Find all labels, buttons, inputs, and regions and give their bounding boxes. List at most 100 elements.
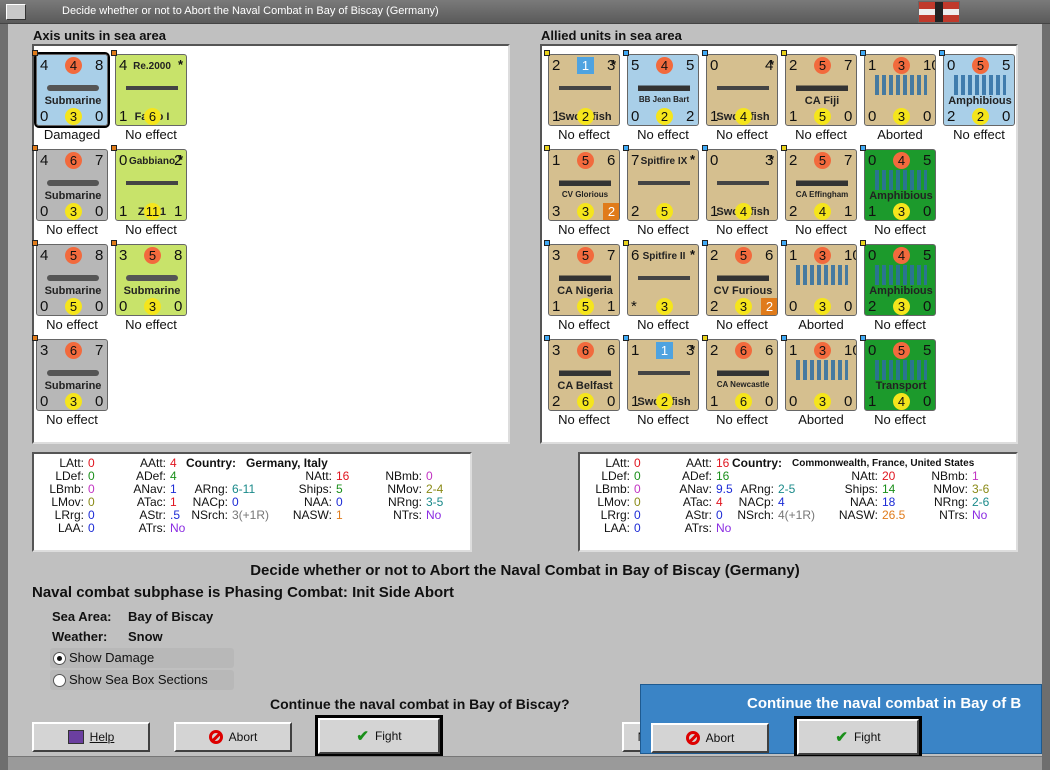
unit-top-left-value: 1 [868,57,877,74]
allied-unit-counter[interactable]: 6 Spitfire II * 3 * [627,244,699,316]
show-damage-option[interactable]: Show Damage [50,648,234,668]
check-icon: ✔ [356,728,369,745]
allied-unit-counter[interactable]: 1310030 [785,339,857,411]
fight-button-label: Fight [374,729,402,743]
popup-check-icon: ✔ [835,729,848,746]
fight-button[interactable]: ✔ Fight [315,715,443,757]
unit-bottom-left-value: 1 [789,108,798,125]
axis-unit-counter[interactable]: 4 4 8 Submarine 0 3 0 [34,52,110,128]
unit-marker [111,50,117,56]
unit-top-left-value: 1 [789,342,798,359]
stat-label-natt: NAtt: [851,469,878,483]
unit-top-left-value: 3 [552,247,561,264]
unit-marker [544,50,550,56]
unit-marker [32,145,38,151]
stat-label-anav: ANav: [679,482,712,496]
stat-value-ntrs: No [426,508,442,522]
unit-top-left-value: 2 [789,152,798,169]
axis-unit-counter[interactable]: 4 6 7 Submarine 0 3 0 [36,149,108,221]
axis-units-panel[interactable]: 448Submarine030Damaged4Re.2000Falco I16*… [32,44,510,444]
unit-bottom-left-value: * [631,298,637,315]
stat-value-nbmb: 1 [972,469,979,483]
allied-unit-counter[interactable]: 2 5 6 CV Furious 2 3 2 [706,244,778,316]
allied-unit-counter[interactable]: 5 4 5 BB Jean Bart 0 2 2 [627,54,699,126]
unit-defense-value: 6 [577,393,594,410]
unit-defense-value: 4 [893,393,910,410]
unit-name: CA Fiji [804,95,840,107]
sea-area-label: Sea Area: [52,609,112,624]
axis-unit-counter[interactable]: 02GabbianoZ.5011111* [115,149,187,221]
stat-label-nasw: NASW: [838,508,878,522]
popup-abort-button[interactable]: Abort [651,723,769,753]
stat-value-nacp: 4 [778,495,785,509]
allied-unit-result: No effect [637,127,689,142]
unit-attack-value: 4 [893,152,910,169]
stat-value-natt: 20 [882,469,896,483]
stat-label-ships: Ships: [298,482,332,496]
unit-defense-value: 5 [656,203,673,220]
allied-unit-counter[interactable]: 113Swordfish12* [627,339,699,411]
unit-top-right-value: 5 [923,247,932,264]
stat-value-nasw: 1 [336,508,343,522]
allied-unit-counter[interactable]: 0 4 5 Amphibious 2 3 0 [864,244,936,316]
axis-unit-counter[interactable]: 3 5 8 Submarine 0 3 0 [115,244,187,316]
allied-unit-counter[interactable]: 2 6 6 CA Newcastle 1 6 0 [706,339,778,411]
stat-value-latt: 0 [88,456,95,470]
unit-bottom-left-value: 2 [631,203,640,220]
allied-unit-counter[interactable]: 1310030 [864,54,936,126]
help-book-icon [67,730,84,744]
stat-value-nmov: 2-4 [426,482,444,496]
allied-unit-counter[interactable]: 0 5 5 Amphibious 2 2 0 [943,54,1015,126]
unit-name: CA Belfast [557,380,613,392]
unit-attack-value: 6 [577,342,594,359]
popup-fight-button[interactable]: ✔ Fight [794,716,922,758]
stat-value-laa: 0 [88,521,95,535]
allied-unit-counter[interactable]: 04Swordfish14* [706,54,778,126]
axis-unit-counter[interactable]: 4 5 8 Submarine 0 5 0 [36,244,108,316]
popup-fight-label: Fight [853,730,881,744]
allied-unit-counter[interactable]: 3 6 6 CA Belfast 2 6 0 [548,339,620,411]
stat-label-nmov: NMov: [387,482,422,496]
allied-unit-counter[interactable]: 0 4 5 Amphibious 1 3 0 [864,149,936,221]
show-damage-radio[interactable] [53,652,66,665]
unit-name: CA Nigeria [557,285,613,297]
allied-unit-result: Aborted [798,412,844,427]
allied-unit-counter[interactable]: 3 5 7 CA Nigeria 1 5 1 [548,244,620,316]
allied-unit-counter[interactable]: 03Swordfish14* [706,149,778,221]
unit-top-left-value: 0 [710,57,719,74]
show-sections-radio[interactable] [53,674,66,687]
allied-unit-counter[interactable]: 213Swordfish12* [548,54,620,126]
stat-value-adef: 16 [716,469,730,483]
help-button[interactable]: Help [32,722,150,752]
allied-units-panel[interactable]: 213Swordfish12*No effect545BB Jean Bart0… [540,44,1018,444]
abort-button[interactable]: Abort [174,722,292,752]
unit-attack-value: 5 [65,247,82,264]
allied-unit-counter[interactable]: 1 5 6 CV Glorious 3 3 2 [548,149,620,221]
unit-top-right-value: 7 [95,342,104,359]
unit-top-right-value: 6 [607,152,616,169]
allied-unit-result: No effect [874,412,926,427]
allied-unit-counter[interactable]: 7 Spitfire IX 2 5 * [627,149,699,221]
unit-bottom-right-value: 0 [923,108,932,125]
axis-unit-counter[interactable]: 3 6 7 Submarine 0 3 0 [36,339,108,411]
allied-unit-counter[interactable]: 2 5 7 CA Effingham 2 4 1 [785,149,857,221]
weather-value: Snow [128,629,163,644]
unit-marker [32,240,38,246]
allied-unit-counter[interactable]: 0 5 5 Transport 1 4 0 [864,339,936,411]
unit-defense-value: 3 [893,298,910,315]
stat-label-lmov: LMov: [597,495,630,509]
unit-top-right-value: 5 [923,342,932,359]
allied-unit-result: No effect [795,222,847,237]
axis-unit-counter[interactable]: 4Re.2000Falco I16* [115,54,187,126]
allied-unit-counter[interactable]: 1310030 [785,244,857,316]
allied-unit-counter[interactable]: 2 5 7 CA Fiji 1 5 0 [785,54,857,126]
unit-attack-value: 4 [893,247,910,264]
stat-value-lbmb: 0 [634,482,641,496]
system-menu-button[interactable] [6,4,26,20]
stat-value-laa: 0 [634,521,641,535]
stat-label-nsrch: NSrch: [737,508,774,522]
unit-asterisk: * [769,57,775,72]
show-sea-box-sections-option[interactable]: Show Sea Box Sections [50,670,234,690]
ship-icon [559,368,611,376]
unit-name: Submarine [44,285,102,297]
